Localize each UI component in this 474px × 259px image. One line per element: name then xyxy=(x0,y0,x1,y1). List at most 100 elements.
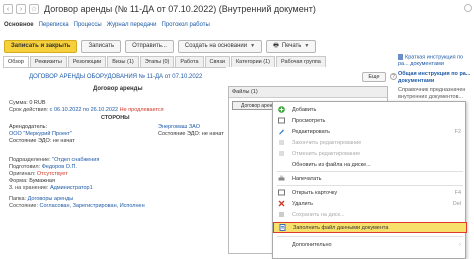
menu-item-cancel-editing: Отменить редактирование xyxy=(273,148,467,159)
lessor-label: Арендодатель: xyxy=(9,124,48,130)
save-button[interactable]: Записать xyxy=(81,39,122,53)
help-link-short[interactable]: Краткая инструкция по ра... документами xyxy=(398,54,474,68)
printer-icon: 🖶 xyxy=(273,42,279,49)
link-transfer-log[interactable]: Журнал передачи xyxy=(107,22,157,28)
title-bar: ‹ › ☆ Договор аренды (№ 11-ДА от 07.10.2… xyxy=(0,0,474,18)
menu-item-delete[interactable]: Удалить Del xyxy=(273,198,467,209)
menu-item-open-card[interactable]: Открыть карточку F4 xyxy=(273,187,467,198)
print-icon xyxy=(278,175,285,182)
folder-value[interactable]: Договоры аренды xyxy=(28,196,74,202)
menu-item-label: Дополнительно xyxy=(292,241,332,248)
help-panel: Краткая инструкция по ра... документами … xyxy=(398,54,474,114)
files-header: Файлы (1) xyxy=(229,87,387,98)
print-label: Печать xyxy=(281,42,302,49)
link-main[interactable]: Основное xyxy=(4,22,34,28)
menu-item-key: F2 xyxy=(454,128,461,135)
tab-stages[interactable]: Этапы (0) xyxy=(139,56,175,67)
file-row[interactable]: Договор аренд xyxy=(232,101,274,110)
menu-item-key: F4 xyxy=(454,189,461,196)
chevron-down-icon: ▼ xyxy=(304,42,310,49)
menu-icon[interactable] xyxy=(464,4,472,12)
help-link-general[interactable]: Общая инструкция по ра... документами xyxy=(398,71,474,85)
menu-item-save-to-disk: Сохранить на диск... xyxy=(273,209,467,220)
sum-label: Сумма: xyxy=(9,100,28,106)
window-title: Договор аренды (№ 11-ДА от 07.10.2022) (… xyxy=(44,4,316,14)
chevron-right-icon: › xyxy=(459,241,461,248)
finish-icon xyxy=(278,139,285,146)
term-value[interactable]: с 06.10.2022 по 26.10.2022 xyxy=(50,107,118,113)
menu-item-fill-with-document-data[interactable]: Заполнить файл данными документа xyxy=(273,222,467,233)
edit-icon xyxy=(278,128,285,135)
storage-label: 3. на хранение: xyxy=(9,185,49,191)
link-correspondence[interactable]: Переписка xyxy=(39,22,69,28)
context-menu: Добавить Просмотреть Редактировать F2 За… xyxy=(272,101,467,259)
original-label: Оригинал: xyxy=(9,171,36,177)
menu-item-finish-editing: Закончить редактирование xyxy=(273,137,467,148)
document-overview: ДОГОВОР АРЕНДЫ ОБОРУДОВАНИЯ № 11-ДА от 0… xyxy=(3,67,226,259)
menu-item-key: Del xyxy=(452,200,461,207)
forward-icon[interactable]: › xyxy=(16,4,26,14)
menu-item-label: Напечатать xyxy=(292,175,322,182)
help-link-short-label: Краткая инструкция по ра... документами xyxy=(398,54,464,68)
tab-overview[interactable]: Обзор xyxy=(3,56,29,67)
prolong-value: Не продлевается xyxy=(119,107,164,113)
send-button[interactable]: Отправить... xyxy=(125,39,174,53)
send-label: Отправить... xyxy=(132,42,167,49)
menu-separator xyxy=(277,236,463,237)
lessee-value[interactable]: Энергомаш ЗАО xyxy=(158,124,200,130)
parties-heading: СТОРОНЫ xyxy=(101,115,130,121)
dept-value[interactable]: "Отдел снабжения xyxy=(52,157,99,163)
menu-separator xyxy=(277,171,463,172)
tab-visas[interactable]: Визы (1) xyxy=(107,56,139,67)
tab-resolutions[interactable]: Резолюции xyxy=(67,56,107,67)
print-button[interactable]: 🖶 Печать ▼ xyxy=(266,39,317,53)
create-on-basis-button[interactable]: Создать на основании ▼ xyxy=(177,39,263,53)
tab-links[interactable]: Связи xyxy=(204,56,230,67)
save-and-close-button[interactable]: Записать и закрыть xyxy=(4,39,78,53)
term-label: Срок действия: xyxy=(9,107,49,113)
delete-icon xyxy=(278,200,285,207)
fill-icon xyxy=(279,224,286,231)
menu-item-print[interactable]: Напечатать xyxy=(273,173,467,184)
prepared-value[interactable]: Федоров О.П. xyxy=(42,164,77,170)
link-work-log[interactable]: Протокол работы xyxy=(162,22,210,28)
menu-item-label: Отменить редактирование xyxy=(292,150,361,157)
menu-item-label: Открыть карточку xyxy=(292,189,338,196)
back-icon[interactable]: ‹ xyxy=(3,4,13,14)
original-value: Отсутствует xyxy=(36,171,68,177)
chevron-down-icon: ▼ xyxy=(250,42,256,49)
lessor-value[interactable]: ООО "Меркурий Проект" xyxy=(9,131,72,137)
tab-work-group[interactable]: Рабочая группа xyxy=(276,56,326,67)
form-value: Бумажная xyxy=(29,178,55,184)
menu-separator xyxy=(277,185,463,186)
storage-value[interactable]: Администратор1 xyxy=(50,185,93,191)
more-button[interactable]: Еще xyxy=(362,72,386,82)
toolbar: Записать и закрыть Записать Отправить...… xyxy=(0,38,474,54)
menu-item-view[interactable]: Просмотреть xyxy=(273,115,467,126)
link-processes[interactable]: Процессы xyxy=(74,22,102,28)
view-icon xyxy=(278,117,285,124)
menu-item-more[interactable]: Дополнительно › xyxy=(273,239,467,250)
document-subheading: Договор аренды xyxy=(93,86,143,92)
document-heading[interactable]: ДОГОВОР АРЕНДЫ ОБОРУДОВАНИЯ № 11-ДА от 0… xyxy=(29,74,202,80)
tab-bar: Обзор Реквизиты Резолюции Визы (1) Этапы… xyxy=(3,56,327,67)
tab-categories[interactable]: Категории (1) xyxy=(230,56,275,67)
menu-item-label: Сохранить на диск... xyxy=(292,211,345,218)
create-on-basis-label: Создать на основании xyxy=(184,42,248,49)
state-value[interactable]: Согласован, Зарегистрирован, Исполнен xyxy=(40,203,145,209)
star-icon[interactable]: ☆ xyxy=(29,4,39,14)
tab-work[interactable]: Работа xyxy=(175,56,204,67)
lessee-edo-state: Состояние ЭДО: не начат xyxy=(158,131,224,137)
save-disk-icon xyxy=(278,211,285,218)
tab-details[interactable]: Реквизиты xyxy=(29,56,67,67)
menu-item-update-from-disk[interactable]: Обновить из файла на диске... xyxy=(273,159,467,170)
sum-value: 0 RUB xyxy=(29,100,46,106)
menu-item-label: Закончить редактирование xyxy=(292,139,362,146)
menu-item-edit[interactable]: Редактировать F2 xyxy=(273,126,467,137)
menu-item-label: Редактировать xyxy=(292,128,330,135)
lessor-edo-state: Состояние ЭДО: не начат xyxy=(9,138,75,144)
dept-label: Подразделение: xyxy=(9,157,51,163)
help-icon[interactable]: ? xyxy=(390,73,397,80)
menu-item-label: Удалить xyxy=(292,200,313,207)
card-icon xyxy=(278,189,285,196)
